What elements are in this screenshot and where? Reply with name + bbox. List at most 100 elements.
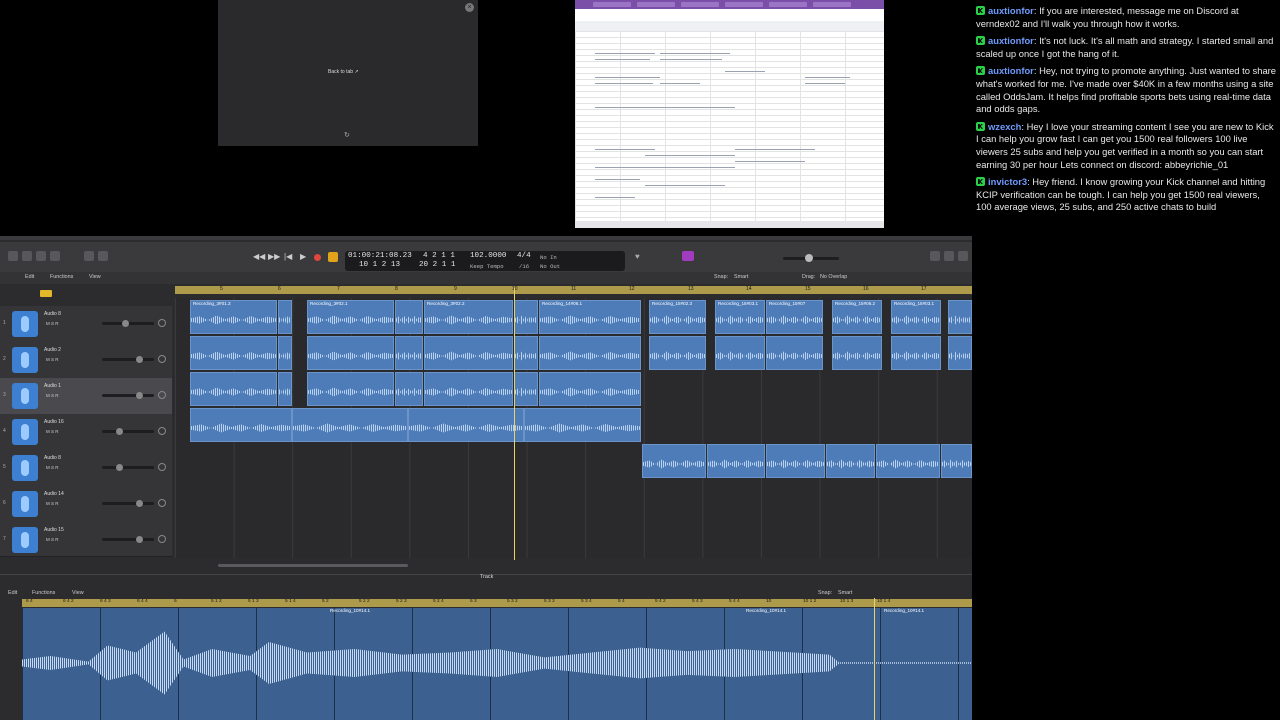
volume-fader[interactable] [102, 502, 154, 505]
lcd-tempo[interactable]: 102.0000 [470, 252, 506, 260]
smart-controls-icon[interactable] [84, 251, 94, 261]
track-header[interactable]: 1 Audio 8 M S R [0, 306, 172, 343]
track-header[interactable]: 4 Audio 16 M S R [0, 414, 172, 451]
playhead[interactable] [514, 288, 515, 560]
lcd-in[interactable]: No In [540, 254, 557, 261]
audio-region[interactable] [278, 300, 292, 334]
mute-solo-buttons[interactable]: M S R [46, 321, 59, 326]
audio-region[interactable]: Recording_15#02.3 [649, 300, 706, 334]
volume-fader[interactable] [102, 538, 154, 541]
editor-ruler[interactable]: 6 4 6 4 2 6 4 3 6 4 4 5 5 1 2 5 1 3 5 1 … [22, 599, 972, 607]
chat-username[interactable]: invictor3 [988, 176, 1027, 187]
forward-icon[interactable]: ▶▶ [268, 252, 280, 261]
pan-knob[interactable] [158, 319, 166, 327]
notepad-icon[interactable] [944, 251, 954, 261]
fader-knob[interactable] [116, 464, 123, 471]
list-editors-icon[interactable] [930, 251, 940, 261]
browser-icon[interactable] [958, 251, 968, 261]
audio-region[interactable] [649, 336, 706, 370]
editor-menu-functions[interactable]: Functions [32, 590, 55, 596]
fader-knob[interactable] [136, 392, 143, 399]
volume-fader[interactable] [102, 394, 154, 397]
volume-fader[interactable] [102, 466, 154, 469]
editor-snap-select[interactable]: Smart [838, 590, 852, 596]
audio-region[interactable] [292, 408, 408, 442]
mute-solo-buttons[interactable]: M S R [46, 501, 59, 506]
rewind-icon[interactable]: ◀◀ [253, 252, 265, 261]
audio-region[interactable] [832, 336, 882, 370]
tracks-area[interactable]: Recording_3#01.3 Recording_3#02.1 Record… [175, 298, 972, 558]
track-header[interactable]: 3 Audio 1 M S R [0, 378, 172, 415]
audio-region[interactable]: Recording_14#06.1 [539, 300, 641, 334]
track-name[interactable]: Audio 15 [44, 527, 64, 533]
audio-region[interactable] [395, 336, 423, 370]
audio-region[interactable]: Recording_15#03.1 [715, 300, 765, 334]
track-header[interactable]: 6 Audio 14 M S R [0, 486, 172, 523]
pan-knob[interactable] [158, 463, 166, 471]
volume-fader[interactable] [102, 358, 154, 361]
fader-knob[interactable] [136, 536, 143, 543]
metronome-icon[interactable]: ♥ [635, 252, 640, 261]
audio-region[interactable] [424, 336, 513, 370]
audio-region[interactable] [514, 372, 538, 406]
play-icon[interactable]: ▶ [300, 252, 306, 261]
audio-region[interactable] [524, 408, 641, 442]
pan-knob[interactable] [158, 535, 166, 543]
snap-select[interactable]: Smart [734, 274, 748, 280]
audio-region[interactable] [539, 336, 641, 370]
mute-solo-buttons[interactable]: M S R [46, 465, 59, 470]
audio-region[interactable] [941, 444, 972, 478]
track-header[interactable]: 5 Audio 8 M S R [0, 450, 172, 487]
track-name[interactable]: Audio 2 [44, 347, 61, 353]
audio-region[interactable] [514, 336, 538, 370]
go-to-start-icon[interactable]: |◀ [284, 252, 292, 261]
audio-region[interactable] [707, 444, 765, 478]
fader-knob[interactable] [122, 320, 129, 327]
editors-icon[interactable] [98, 251, 108, 261]
mute-solo-buttons[interactable]: M S R [46, 357, 59, 362]
track-name[interactable]: Audio 8 [44, 455, 61, 461]
audio-region[interactable] [190, 336, 277, 370]
audio-region[interactable] [948, 336, 972, 370]
audio-region[interactable] [307, 372, 394, 406]
audio-region[interactable]: Recording_15#07 [766, 300, 823, 334]
menu-view[interactable]: View [89, 274, 101, 280]
track-name[interactable]: Audio 16 [44, 419, 64, 425]
settings-icon[interactable] [36, 251, 46, 261]
audio-region[interactable] [891, 336, 941, 370]
audio-region[interactable] [408, 408, 524, 442]
bar-ruler[interactable]: 5 6 7 8 9 10 11 12 13 14 15 16 17 [175, 286, 972, 294]
library-icon[interactable] [8, 251, 18, 261]
cycle-icon[interactable] [328, 252, 338, 262]
inspector-icon[interactable] [22, 251, 32, 261]
audio-region[interactable] [278, 372, 292, 406]
audio-region[interactable] [715, 336, 765, 370]
chat-username[interactable]: auxtionfor [988, 65, 1034, 76]
lcd-tempo-mode[interactable]: Keep Tempo [470, 263, 504, 270]
fader-knob[interactable] [136, 356, 143, 363]
drag-select[interactable]: No Overlap [820, 274, 847, 280]
horizontal-scrollbar[interactable] [218, 564, 408, 567]
master-effects-icon[interactable] [682, 251, 694, 261]
audio-region[interactable] [190, 372, 277, 406]
track-name[interactable]: Audio 8 [44, 311, 61, 317]
audio-region[interactable] [826, 444, 875, 478]
pan-knob[interactable] [158, 355, 166, 363]
fader-knob[interactable] [136, 500, 143, 507]
track-name[interactable]: Audio 1 [44, 383, 61, 389]
chat-username[interactable]: auxtionfor [988, 5, 1034, 16]
fader-knob[interactable] [116, 428, 123, 435]
pan-knob[interactable] [158, 427, 166, 435]
record-icon[interactable] [314, 254, 321, 261]
menu-functions[interactable]: Functions [50, 274, 73, 280]
audio-region[interactable]: Recording_3#01.3 [190, 300, 277, 334]
lcd-division[interactable]: /16 [519, 263, 529, 270]
volume-fader[interactable] [102, 430, 154, 433]
pan-knob[interactable] [158, 391, 166, 399]
lcd-signature[interactable]: 4/4 [517, 252, 531, 260]
track-header[interactable]: 2 Audio 2 M S R [0, 342, 172, 379]
editor-waveform-area[interactable] [22, 608, 972, 720]
pan-knob[interactable] [158, 499, 166, 507]
back-to-tab-link[interactable]: Back to tab ↗ [328, 69, 359, 75]
master-volume-knob[interactable] [805, 254, 813, 262]
